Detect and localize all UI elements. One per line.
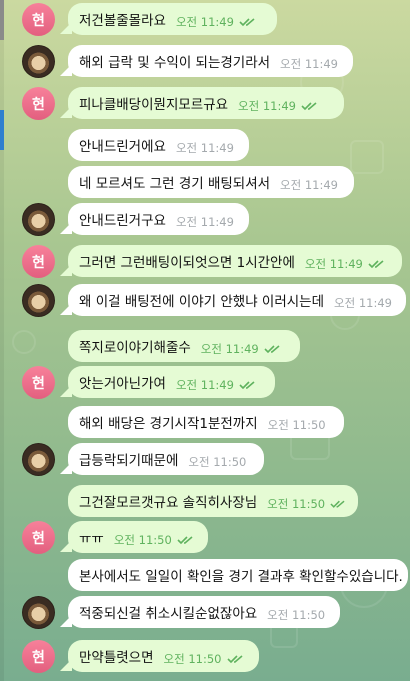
read-receipt-icon bbox=[239, 17, 255, 26]
message-text: 앗는거아닌가여 bbox=[79, 376, 166, 392]
incoming-message[interactable]: 해외 급락 및 수익이 되는경기라서 오전 11:49 bbox=[68, 45, 353, 77]
avatar[interactable]: 현 bbox=[22, 640, 55, 673]
message-text: 안내드린거에요 bbox=[79, 139, 166, 155]
avatar[interactable] bbox=[22, 596, 55, 629]
avatar-initial: 현 bbox=[32, 254, 45, 271]
incoming-message[interactable]: 네 모르셔도 그런 경기 배팅되셔서 오전 11:49 bbox=[68, 166, 354, 198]
avatar[interactable] bbox=[22, 45, 55, 78]
message-time: 오전 11:49 bbox=[175, 377, 234, 392]
avatar-initial: 현 bbox=[32, 375, 45, 392]
read-receipt-icon bbox=[226, 654, 243, 663]
message-text: 해외 배당은 경기시작1분전까지 bbox=[79, 416, 258, 432]
outgoing-message[interactable]: 피나클배당이뭔지모르규요 오전 11:49 bbox=[68, 87, 344, 119]
message-text: ㅠㅠ bbox=[79, 531, 104, 547]
outgoing-message[interactable]: 저건볼줄몰라요 오전 11:49 bbox=[68, 3, 277, 35]
message-text: 네 모르셔도 그런 경기 배팅되셔서 bbox=[79, 176, 271, 192]
outgoing-message[interactable]: 그건잘모르갯규요 솔직히사장님 오전 11:50 bbox=[68, 485, 358, 517]
message-time: 오전 11:50 bbox=[267, 496, 326, 511]
message-time: 오전 11:50 bbox=[267, 607, 326, 622]
message-time: 오전 11:50 bbox=[113, 532, 172, 547]
message-text: 그건잘모르갯규요 솔직히사장님 bbox=[79, 495, 258, 511]
read-receipt-icon bbox=[330, 500, 345, 508]
outgoing-message[interactable]: 만약틀렷으면 오전 11:50 bbox=[68, 640, 259, 672]
incoming-message[interactable]: 안내드린거구요 오전 11:49 bbox=[68, 203, 249, 235]
avatar[interactable]: 현 bbox=[22, 366, 55, 399]
message-time: 오전 11:49 bbox=[304, 256, 363, 271]
outgoing-message[interactable]: ㅠㅠ 오전 11:50 bbox=[68, 521, 208, 553]
message-text: 본사에서도 일일이 확인을 경기 결과후 확인할수있습니다. bbox=[79, 569, 403, 585]
avatar[interactable]: 현 bbox=[22, 3, 55, 36]
read-receipt-icon bbox=[177, 535, 193, 544]
message-text: 저건볼줄몰라요 bbox=[79, 13, 166, 29]
incoming-message[interactable]: 급등락되기때문에 오전 11:50 bbox=[68, 443, 264, 475]
avatar-initial: 현 bbox=[32, 96, 45, 113]
outgoing-message[interactable]: 앗는거아닌가여 오전 11:49 bbox=[68, 366, 275, 398]
read-receipt-icon bbox=[264, 344, 280, 353]
message-text: 쪽지로이야기해줄수 bbox=[79, 340, 191, 356]
message-time: 오전 11:49 bbox=[200, 341, 259, 356]
incoming-message[interactable]: 안내드린거에요 오전 11:49 bbox=[68, 129, 249, 161]
avatar[interactable] bbox=[22, 443, 55, 476]
message-time: 오전 11:50 bbox=[163, 651, 222, 666]
read-receipt-icon bbox=[368, 259, 384, 268]
outgoing-message[interactable]: 그러면 그런배팅이되엇으면 1시간안에 오전 11:49 bbox=[68, 245, 402, 277]
avatar-initial: 현 bbox=[32, 12, 45, 29]
message-text: 만약틀렷으면 bbox=[79, 650, 154, 666]
read-receipt-icon bbox=[301, 101, 317, 110]
read-receipt-icon bbox=[239, 380, 255, 389]
message-text: 해외 급락 및 수익이 되는경기라서 bbox=[79, 55, 271, 71]
message-time: 오전 11:49 bbox=[175, 140, 234, 155]
avatar[interactable]: 현 bbox=[22, 87, 55, 120]
message-time: 오전 11:49 bbox=[175, 14, 234, 29]
message-text: 그러면 그런배팅이되엇으면 1시간안에 bbox=[79, 255, 295, 271]
incoming-message[interactable]: 왜 이걸 배팅전에 이야기 안했냐 이러시는데 오전 11:49 bbox=[68, 284, 406, 316]
message-time: 오전 11:50 bbox=[188, 454, 247, 469]
incoming-message[interactable]: 적중되신걸 취소시킬순없잖아요 오전 11:50 bbox=[68, 596, 340, 628]
message-text: 피나클배당이뭔지모르규요 bbox=[79, 97, 229, 113]
avatar-initial: 현 bbox=[32, 530, 45, 547]
message-time: 오전 11:49 bbox=[280, 56, 339, 71]
avatar[interactable]: 현 bbox=[22, 521, 55, 554]
message-time: 오전 11:49 bbox=[238, 98, 297, 113]
avatar[interactable]: 현 bbox=[22, 245, 55, 278]
message-text: 급등락되기때문에 bbox=[79, 453, 179, 469]
avatar[interactable] bbox=[22, 203, 55, 236]
message-time: 오전 11:49 bbox=[334, 295, 392, 310]
message-text: 적중되신걸 취소시킬순없잖아요 bbox=[79, 606, 258, 622]
incoming-message[interactable]: 해외 배당은 경기시작1분전까지 오전 11:50 bbox=[68, 406, 344, 438]
incoming-message[interactable]: 본사에서도 일일이 확인을 경기 결과후 확인할수있습니다. bbox=[68, 559, 408, 591]
message-time: 오전 11:49 bbox=[175, 214, 234, 229]
avatar[interactable] bbox=[22, 284, 55, 317]
message-time: 오전 11:50 bbox=[267, 417, 326, 432]
chat-message-list: 현 저건볼줄몰라요 오전 11:49 해외 급락 및 수익이 되는경기라서 오전… bbox=[0, 0, 410, 681]
message-text: 안내드린거구요 bbox=[79, 213, 166, 229]
message-time: 오전 11:49 bbox=[280, 177, 339, 192]
avatar-initial: 현 bbox=[32, 649, 45, 666]
message-text: 왜 이걸 배팅전에 이야기 안했냐 이러시는데 bbox=[79, 294, 325, 310]
outgoing-message[interactable]: 쪽지로이야기해줄수 오전 11:49 bbox=[68, 330, 300, 362]
